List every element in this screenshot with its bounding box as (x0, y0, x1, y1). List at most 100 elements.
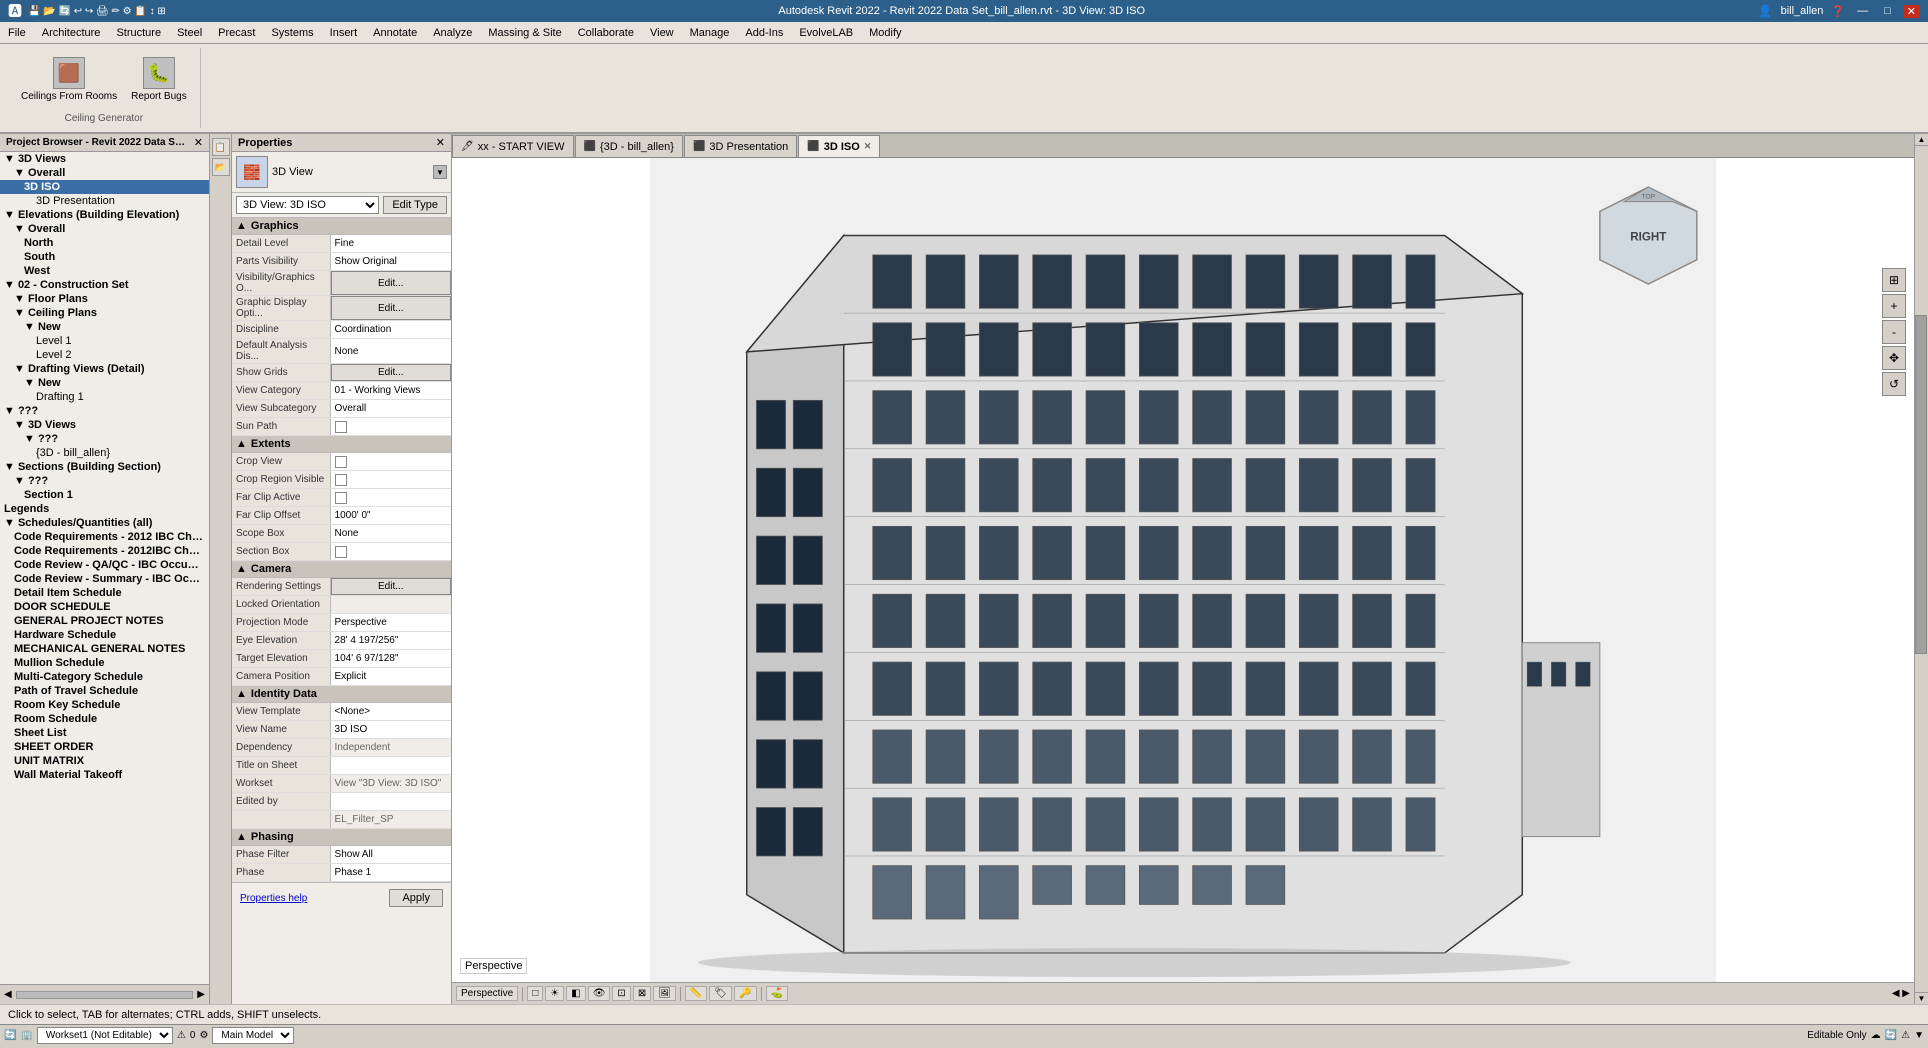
workset-sync-icon[interactable]: 🔄 (1885, 1030, 1897, 1041)
prop-value-cell[interactable] (331, 471, 451, 488)
workset-filter-icon[interactable]: ▼ (1914, 1030, 1924, 1041)
pb-item-42[interactable]: SHEET ORDER (0, 740, 209, 754)
pb-item-40[interactable]: Room Schedule (0, 712, 209, 726)
maximize-button[interactable]: □ (1880, 5, 1895, 17)
pb-item-17[interactable]: Drafting 1 (0, 390, 209, 404)
vt-show-hide-button[interactable]: 👁 (588, 986, 611, 1001)
pb-item-24[interactable]: Section 1 (0, 488, 209, 502)
scroll-thumb[interactable] (1915, 315, 1927, 653)
prop-value-cell[interactable]: Edit... (331, 271, 451, 295)
vt-shadows-button[interactable]: ◧ (566, 986, 585, 1001)
pb-item-23[interactable]: ▼ ??? (0, 474, 209, 488)
window-controls[interactable]: 👤 bill_allen ❓ — □ ✕ (1758, 4, 1920, 18)
vt-measure-button[interactable]: 📏 (685, 986, 707, 1001)
pb-item-12[interactable]: ▼ New (0, 320, 209, 334)
workset-settings-icon[interactable]: ⚙ (199, 1030, 208, 1041)
vt-render-button[interactable]: 🖼 (653, 986, 676, 1001)
pb-item-8[interactable]: West (0, 264, 209, 278)
prop-section-phasing[interactable]: ▲Phasing (232, 829, 451, 846)
vt-sun-path-button[interactable]: ☀ (545, 986, 564, 1001)
pb-item-28[interactable]: Code Requirements - 2012IBC Chapter (0, 544, 209, 558)
prop-section-camera[interactable]: ▲Camera (232, 561, 451, 578)
pb-item-9[interactable]: ▼ 02 - Construction Set (0, 278, 209, 292)
pb-item-34[interactable]: Hardware Schedule (0, 628, 209, 642)
pb-item-31[interactable]: Detail Item Schedule (0, 586, 209, 600)
prop-checkbox[interactable] (335, 546, 347, 558)
prop-edit-button[interactable]: Edit... (331, 578, 451, 595)
zoom-all-button[interactable]: ⊞ (1882, 268, 1906, 292)
pb-item-37[interactable]: Multi-Category Schedule (0, 670, 209, 684)
pb-item-11[interactable]: ▼ Ceiling Plans (0, 306, 209, 320)
pb-item-21[interactable]: {3D - bill_allen} (0, 446, 209, 460)
model-selector[interactable]: Main Model (212, 1027, 294, 1044)
report-bugs-button[interactable]: 🐛 Report Bugs (126, 52, 192, 107)
prop-checkbox[interactable] (335, 492, 347, 504)
pb-item-18[interactable]: ▼ ??? (0, 404, 209, 418)
scroll-up-button[interactable]: ▲ (1915, 134, 1928, 146)
tab-close-button[interactable]: ✕ (864, 141, 872, 152)
pb-item-3[interactable]: 3D Presentation (0, 194, 209, 208)
prop-value-cell[interactable]: Edit... (331, 364, 451, 381)
tab--3d---bill-allen-[interactable]: ⬛{3D - bill_allen} (575, 135, 683, 157)
pb-item-13[interactable]: Level 1 (0, 334, 209, 348)
menu-item-precast[interactable]: Precast (210, 25, 263, 41)
right-scrollbar[interactable]: ▲ ▼ (1914, 134, 1928, 1004)
pb-item-27[interactable]: Code Requirements - 2012 IBC Chapter (0, 530, 209, 544)
prop-value-cell[interactable] (331, 489, 451, 506)
pb-item-29[interactable]: Code Review - QA/QC - IBC Occupanc (0, 558, 209, 572)
prop-section-identity-data[interactable]: ▲Identity Data (232, 686, 451, 703)
menu-item-manage[interactable]: Manage (682, 25, 738, 41)
vt-wayfinding-button[interactable]: ⛳ (766, 986, 788, 1001)
pb-item-36[interactable]: Mullion Schedule (0, 656, 209, 670)
vt-perspective[interactable]: Perspective (456, 986, 518, 1001)
prop-value-cell[interactable] (331, 543, 451, 560)
properties-help-link[interactable]: Properties help (236, 889, 311, 908)
sync-icon[interactable]: 🔄 (4, 1030, 16, 1041)
close-button[interactable]: ✕ (1903, 5, 1920, 18)
pb-close-button[interactable]: ✕ (194, 136, 203, 149)
sidebar-tool-1[interactable]: 📋 (212, 138, 230, 156)
apply-button[interactable]: Apply (389, 889, 443, 907)
pb-item-39[interactable]: Room Key Schedule (0, 698, 209, 712)
pb-scrollbar[interactable] (16, 991, 194, 999)
prop-view-dropdown[interactable]: 3D View: 3D ISO (236, 196, 379, 214)
menu-item-architecture[interactable]: Architecture (34, 25, 109, 41)
pb-item-44[interactable]: Wall Material Takeoff (0, 768, 209, 782)
prop-checkbox[interactable] (335, 456, 347, 468)
tab-xx---start-view[interactable]: 🖊xx - START VIEW (452, 135, 574, 157)
pb-item-41[interactable]: Sheet List (0, 726, 209, 740)
vt-visual-style-button[interactable]: □ (527, 986, 543, 1001)
pb-item-22[interactable]: ▼ Sections (Building Section) (0, 460, 209, 474)
menu-item-modify[interactable]: Modify (861, 25, 909, 41)
pb-item-16[interactable]: ▼ New (0, 376, 209, 390)
menu-item-systems[interactable]: Systems (263, 25, 321, 41)
vt-section-box-button[interactable]: ⊠ (633, 986, 651, 1001)
workset-warning-icon[interactable]: ⚠ (1901, 1030, 1910, 1041)
pb-item-32[interactable]: DOOR SCHEDULE (0, 600, 209, 614)
menu-item-file[interactable]: File (0, 25, 34, 41)
pb-item-30[interactable]: Code Review - Summary - IBC Occupar (0, 572, 209, 586)
menu-item-annotate[interactable]: Annotate (365, 25, 425, 41)
pb-item-10[interactable]: ▼ Floor Plans (0, 292, 209, 306)
pb-item-33[interactable]: GENERAL PROJECT NOTES (0, 614, 209, 628)
edit-type-button[interactable]: Edit Type (383, 196, 447, 214)
pb-item-0[interactable]: ▼ 3D Views (0, 152, 209, 166)
3d-viewport[interactable]: RIGHT TOP ⊞ + - ✥ ↺ Perspective (452, 158, 1914, 982)
pb-item-43[interactable]: UNIT MATRIX (0, 754, 209, 768)
pb-item-14[interactable]: Level 2 (0, 348, 209, 362)
pb-scroll-left[interactable]: ◀ (4, 989, 12, 1000)
prop-type-dropdown[interactable]: ▼ (433, 165, 447, 179)
prop-section-extents[interactable]: ▲Extents (232, 436, 451, 453)
menu-item-insert[interactable]: Insert (322, 25, 366, 41)
tab-3d-iso[interactable]: ⬛3D ISO✕ (798, 135, 880, 157)
pb-item-5[interactable]: ▼ Overall (0, 222, 209, 236)
pb-item-35[interactable]: MECHANICAL GENERAL NOTES (0, 642, 209, 656)
sidebar-tool-2[interactable]: 📂 (212, 158, 230, 176)
pb-item-1[interactable]: ▼ Overall (0, 166, 209, 180)
menu-item-view[interactable]: View (642, 25, 682, 41)
menu-item-structure[interactable]: Structure (108, 25, 169, 41)
vt-crop-button[interactable]: ⊡ (612, 986, 630, 1001)
prop-value-cell[interactable] (331, 453, 451, 470)
ceilings-from-rooms-button[interactable]: 🟫 Ceilings From Rooms (16, 52, 122, 107)
pb-item-4[interactable]: ▼ Elevations (Building Elevation) (0, 208, 209, 222)
